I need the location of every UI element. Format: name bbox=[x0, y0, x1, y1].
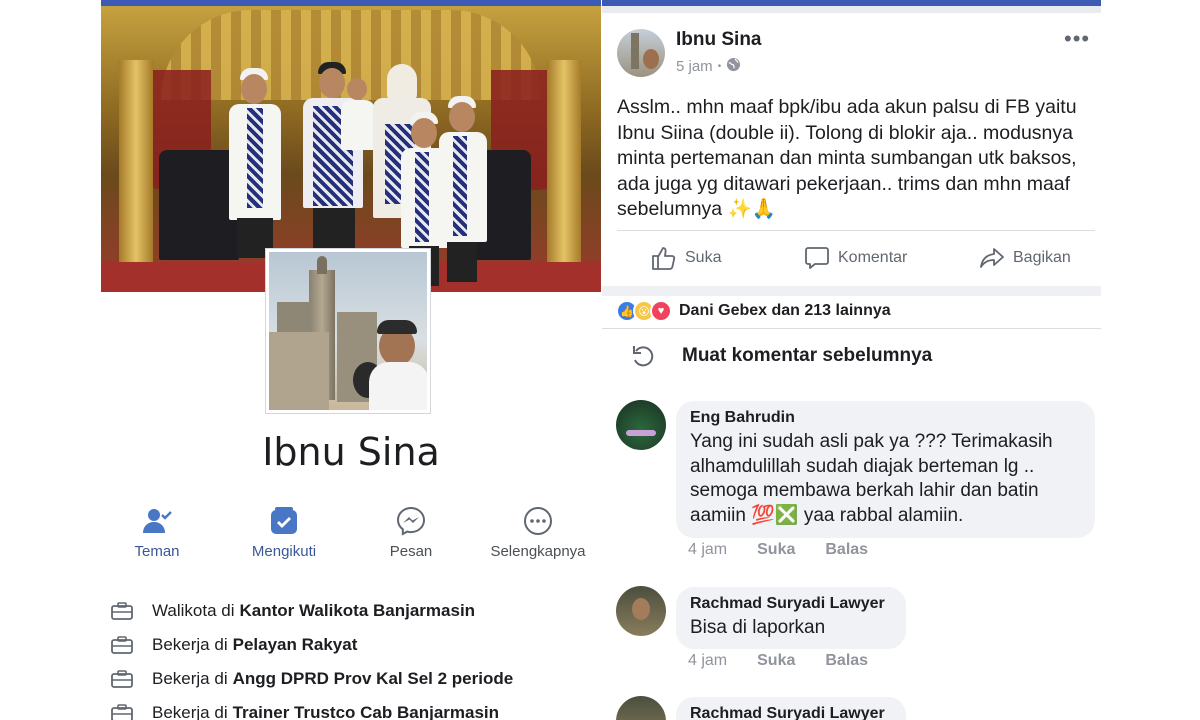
briefcase-icon bbox=[111, 704, 133, 720]
commenter-avatar[interactable] bbox=[616, 586, 666, 636]
post-author-avatar[interactable] bbox=[617, 29, 665, 77]
comment-reply-button[interactable]: Balas bbox=[825, 541, 868, 559]
work-info-row: Bekerja di Angg DPRD Prov Kal Sel 2 perio… bbox=[111, 666, 513, 692]
post-meta: 5 jam • bbox=[676, 57, 741, 76]
post-time[interactable]: 5 jam bbox=[676, 58, 713, 75]
comment-time[interactable]: 4 jam bbox=[688, 652, 727, 670]
comment-bubble: Eng Bahrudin Yang ini sudah asli pak ya … bbox=[676, 401, 1095, 538]
following-check-icon bbox=[268, 505, 300, 537]
commenter-name[interactable]: Rachmad Suryadi Lawyer bbox=[690, 594, 892, 614]
comment-bubble: Rachmad Suryadi Lawyer Bisa di laporkan bbox=[676, 587, 906, 649]
comment-bubble: Rachmad Suryadi Lawyer bbox=[676, 697, 906, 720]
more-options-button[interactable]: Selengkapnya bbox=[473, 505, 601, 560]
friends-button[interactable]: Teman bbox=[101, 505, 222, 560]
commenter-name[interactable]: Rachmad Suryadi Lawyer bbox=[690, 704, 892, 720]
post-text: Asslm.. mhn maaf bpk/ibu ada akun palsu … bbox=[617, 96, 1077, 220]
comment-button[interactable]: Komentar bbox=[804, 245, 907, 271]
commenter-name[interactable]: Eng Bahrudin bbox=[690, 408, 1081, 428]
like-button[interactable]: Suka bbox=[651, 245, 721, 271]
cover-pillar bbox=[547, 60, 581, 270]
top-app-bar bbox=[101, 0, 601, 6]
load-previous-comments[interactable]: Muat komentar sebelumnya bbox=[630, 343, 932, 369]
top-app-bar-shadow bbox=[602, 6, 1101, 13]
post-author-name[interactable]: Ibnu Sina bbox=[676, 29, 762, 51]
message-button[interactable]: Pesan bbox=[346, 505, 476, 560]
comment-time[interactable]: 4 jam bbox=[688, 541, 727, 559]
cover-pillar bbox=[119, 60, 153, 270]
divider bbox=[602, 328, 1101, 329]
post-more-button[interactable]: ••• bbox=[1064, 26, 1090, 52]
work-info-row: Bekerja di Trainer Trustco Cab Banjarmasi… bbox=[111, 700, 499, 720]
love-reaction-icon: ♥ bbox=[650, 300, 672, 322]
mosque-wall bbox=[269, 332, 329, 410]
comment-text: Yang ini sudah asli pak ya ??? Terimakas… bbox=[690, 431, 1053, 526]
divider bbox=[617, 230, 1095, 231]
globe-icon bbox=[726, 57, 741, 76]
comment-bubble-icon bbox=[804, 245, 830, 271]
briefcase-icon bbox=[111, 602, 133, 620]
work-info-row: Walikota di Kantor Walikota Banjarmasin bbox=[111, 598, 475, 624]
comment-reply-button[interactable]: Balas bbox=[825, 652, 868, 670]
share-arrow-icon bbox=[979, 245, 1005, 271]
meta-separator: • bbox=[717, 61, 722, 72]
cover-chair bbox=[159, 150, 239, 260]
profile-picture[interactable] bbox=[265, 248, 431, 414]
friend-check-icon bbox=[141, 505, 173, 537]
commenter-avatar[interactable] bbox=[616, 400, 666, 450]
man-robe-shape bbox=[369, 362, 427, 410]
profile-panel: Ibnu Sina Teman Mengikuti Pesan Selengka… bbox=[101, 0, 601, 720]
comment-like-button[interactable]: Suka bbox=[757, 541, 795, 559]
post-panel: Ibnu Sina 5 jam • ••• Asslm.. mhn maaf b… bbox=[602, 0, 1101, 720]
comment-actions: 4 jam Suka Balas bbox=[688, 541, 898, 559]
messenger-icon bbox=[395, 505, 427, 537]
briefcase-icon bbox=[111, 670, 133, 688]
thumbs-up-icon bbox=[651, 245, 677, 271]
section-gap bbox=[602, 286, 1101, 296]
tower-spire bbox=[317, 256, 327, 274]
comment-text: Bisa di laporkan bbox=[690, 617, 826, 638]
man-cap-shape bbox=[377, 320, 417, 334]
reactions-summary[interactable]: 👍 😮 ♥ Dani Gebex dan 213 lainnya bbox=[616, 300, 891, 322]
refresh-icon bbox=[630, 343, 656, 369]
comment-like-button[interactable]: Suka bbox=[757, 652, 795, 670]
following-button[interactable]: Mengikuti bbox=[219, 505, 349, 560]
profile-name: Ibnu Sina bbox=[262, 430, 440, 474]
commenter-avatar[interactable] bbox=[616, 696, 666, 720]
more-circle-icon bbox=[522, 505, 554, 537]
share-button[interactable]: Bagikan bbox=[979, 245, 1071, 271]
briefcase-icon bbox=[111, 636, 133, 654]
work-info-row: Bekerja di Pelayan Rakyat bbox=[111, 632, 357, 658]
comment-actions: 4 jam Suka Balas bbox=[688, 652, 898, 670]
